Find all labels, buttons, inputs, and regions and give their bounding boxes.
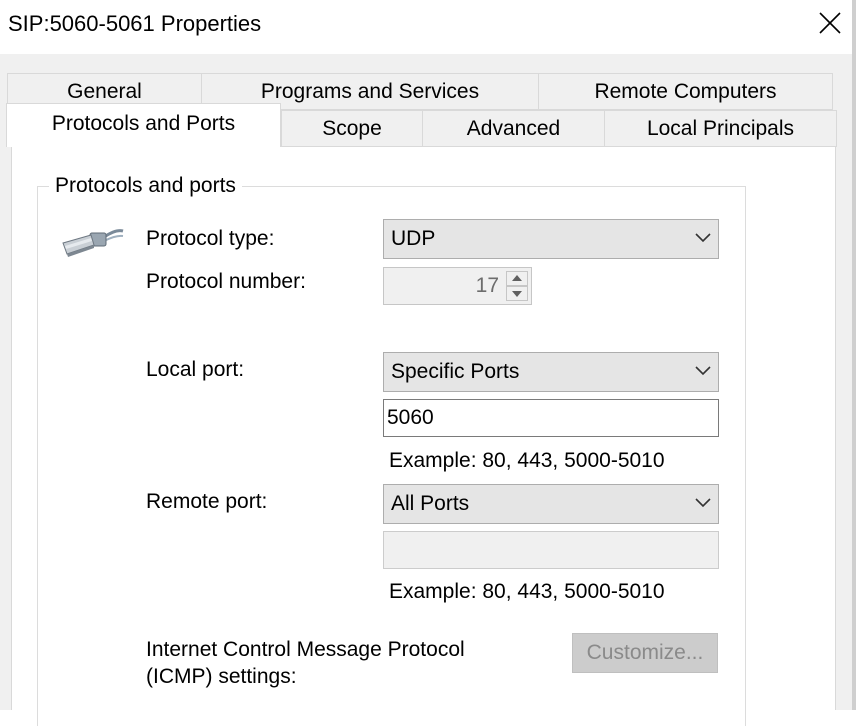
protocol-type-select[interactable]: UDP [383,219,719,259]
icmp-settings-label-line1: Internet Control Message Protocol [146,638,465,661]
tab-local-principals[interactable]: Local Principals [604,110,837,147]
protocol-number-label: Protocol number: [146,270,306,293]
close-button[interactable] [818,10,842,36]
remote-port-mode: All Ports [391,492,470,515]
network-cable-plug-icon [62,229,124,257]
tab-advanced[interactable]: Advanced [422,110,605,147]
close-icon [819,12,841,34]
local-port-label: Local port: [146,358,245,381]
tab-protocols-and-ports[interactable]: Protocols and Ports [6,103,281,147]
local-port-select[interactable]: Specific Ports [383,352,719,392]
group-label: Protocols and ports [49,173,242,199]
protocol-number-stepper[interactable]: 17 [383,267,532,305]
remote-port-input[interactable] [383,531,719,569]
protocol-type-value: UDP [391,227,436,250]
window-title: SIP:5060-5061 Properties [8,11,262,36]
chevron-down-icon [695,498,711,508]
chevron-down-icon [695,233,711,243]
remote-port-example: Example: 80, 443, 5000-5010 [389,580,665,603]
protocol-type-label: Protocol type: [146,227,275,250]
tab-scope[interactable]: Scope [281,110,423,147]
local-port-input[interactable]: 5060 [383,399,719,437]
icmp-settings-label-line2: (ICMP) settings: [146,665,297,688]
window-edge [852,0,856,710]
title-bar: SIP:5060-5061 Properties [0,0,856,54]
remote-port-label: Remote port: [146,490,268,513]
protocol-number-value: 17 [475,274,499,297]
local-port-mode: Specific Ports [391,360,520,383]
local-port-example: Example: 80, 443, 5000-5010 [389,449,665,472]
tab-panel-protocols-and-ports: Protocols and ports Protocol type: UDP P… [11,146,836,726]
remote-port-select[interactable]: All Ports [383,484,719,524]
spin-arrows-icon[interactable] [506,271,528,301]
tab-remote-computers[interactable]: Remote Computers [538,73,833,110]
customize-button[interactable]: Customize... [572,633,718,673]
chevron-down-icon [695,366,711,376]
